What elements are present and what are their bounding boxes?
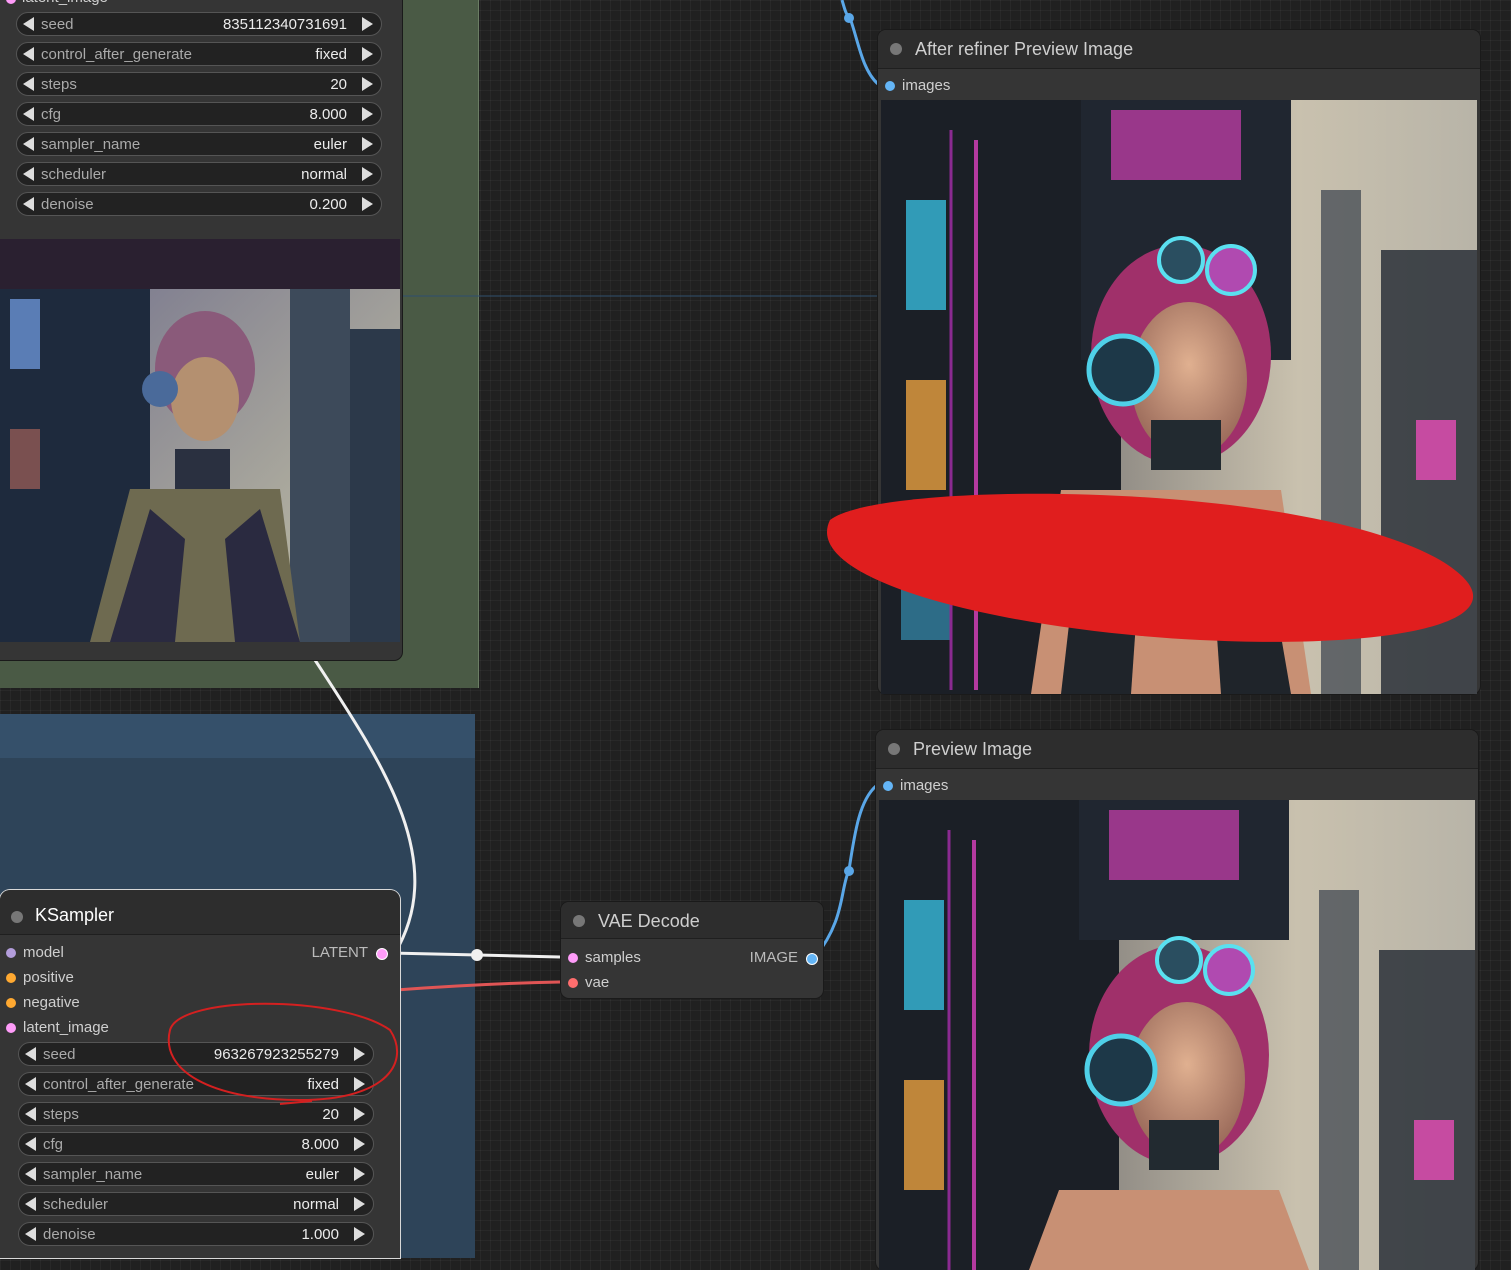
red-scribble-annotation	[826, 493, 1474, 642]
annotation-layer	[167, 493, 1474, 1105]
seed-circle-annotation	[167, 1002, 399, 1102]
